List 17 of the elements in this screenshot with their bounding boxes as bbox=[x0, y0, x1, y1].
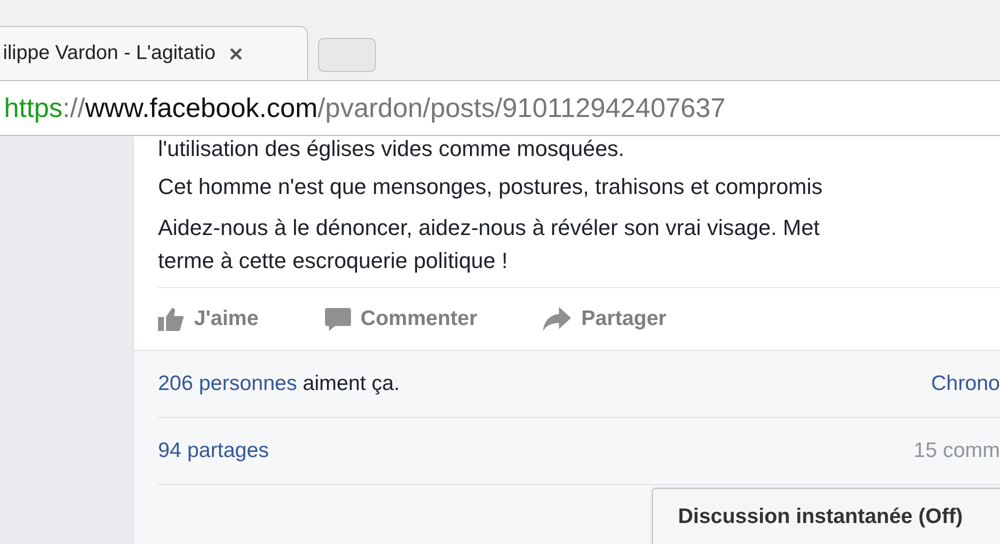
post-text: Cet homme n'est que mensonges, postures, trahisons et compromis bbox=[158, 173, 824, 201]
thumbs-up-icon bbox=[158, 307, 184, 331]
likes-summary: 206 personnes aiment ça. bbox=[158, 372, 400, 396]
tab-title: ilippe Vardon - L'agitatio bbox=[3, 42, 216, 65]
chat-bar[interactable]: Discussion instantanée (Off) bbox=[652, 488, 1000, 544]
share-arrow-icon bbox=[543, 307, 572, 331]
likers-link[interactable]: 206 personnes bbox=[158, 372, 297, 395]
post-text: Aidez-nous à le dénoncer, aidez-nous à révéler son vrai visage. Met terme à cette escroquerie politique ! bbox=[158, 214, 821, 275]
shares-link[interactable]: 94 partages bbox=[158, 439, 269, 463]
comment-button[interactable]: Commenter bbox=[324, 307, 478, 331]
like-button[interactable]: J'aime bbox=[158, 307, 259, 331]
post-text: l'utilisation des églises vides comme mosquées. bbox=[158, 136, 626, 162]
browser-tab[interactable]: ilippe Vardon - L'agitatio bbox=[0, 26, 308, 80]
close-icon[interactable] bbox=[229, 46, 244, 60]
speech-bubble-icon bbox=[324, 307, 351, 331]
order-link[interactable]: Chrono bbox=[931, 372, 1000, 396]
share-button[interactable]: Partager bbox=[543, 307, 666, 331]
